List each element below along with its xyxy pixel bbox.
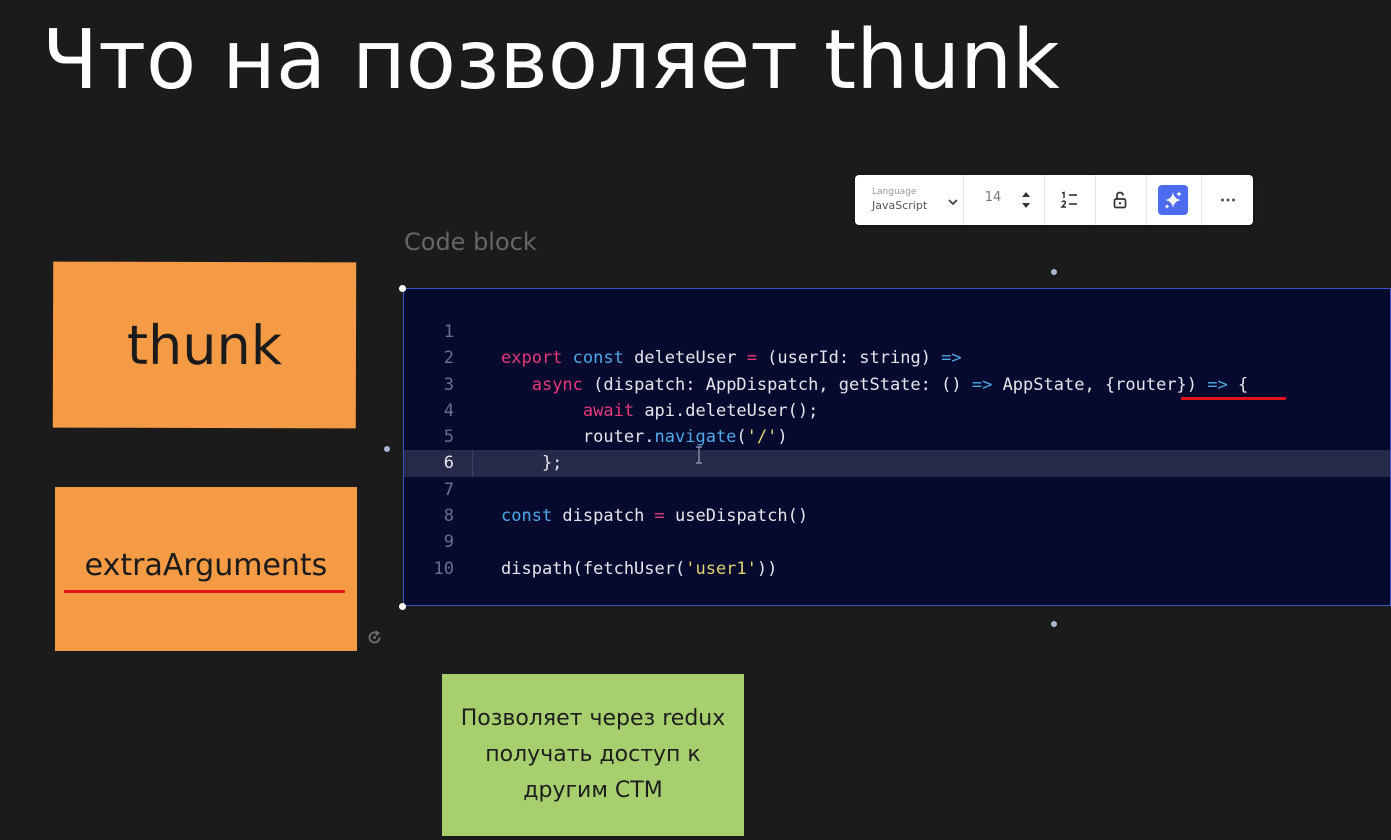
code-token: deleteUser (623, 348, 747, 369)
code-token: dispath(fetchUser( (501, 558, 686, 579)
code-token: = (746, 348, 757, 369)
code-token: => (941, 348, 962, 369)
code-token: const (572, 348, 624, 369)
thunk-note-text: thunk (126, 313, 283, 377)
code-token: { (1227, 374, 1249, 395)
code-token: const (501, 506, 553, 527)
code-line-text: export const deleteUser = (userId: strin… (501, 345, 962, 371)
corner-handle-bottom-left[interactable] (399, 603, 406, 610)
more-icon (1221, 198, 1235, 202)
extra-arguments-note[interactable]: extraArguments (55, 487, 357, 651)
thunk-note[interactable]: thunk (52, 261, 357, 429)
code-token: }; (501, 453, 563, 474)
code-line-text: }; (501, 450, 562, 476)
toolbar-divider (963, 175, 964, 225)
code-line-text: await api.deleteUser(); (501, 398, 818, 424)
line-number: 7 (443, 479, 454, 500)
line-number: 10 (433, 558, 454, 579)
line-number: 1 (443, 322, 454, 342)
code-token: router. (501, 427, 655, 448)
code-line[interactable]: 7 (404, 477, 1390, 503)
code-token: AppState, {router}) (992, 374, 1208, 395)
line-number: 3 (443, 374, 454, 395)
code-lines: 1 2 export const deleteUser = (userId: str… (404, 319, 1390, 582)
code-token: api.deleteUser(); (634, 400, 819, 421)
toolbar-divider (1095, 175, 1096, 225)
resize-handle-left[interactable] (384, 446, 390, 452)
code-token: async (531, 374, 583, 395)
corner-handle-top-left[interactable] (399, 285, 406, 292)
ai-assist-button[interactable] (1158, 185, 1188, 215)
lock-open-icon (1113, 191, 1127, 209)
extra-arguments-note-text: extraArguments (84, 547, 328, 583)
code-line[interactable]: 4 await api.deleteUser(); (404, 398, 1390, 424)
code-token: => (1207, 374, 1228, 395)
code-token: )) (756, 558, 778, 579)
language-caption: Language (872, 187, 917, 197)
code-line[interactable]: 10 dispath(fetchUser('user1')) (404, 556, 1390, 582)
router-annotation-underline (1181, 397, 1286, 400)
code-block-caption: Code block (404, 228, 537, 256)
code-token: '/' (746, 427, 778, 448)
code-token: (dispatch: AppDispatch, getState: () (582, 374, 972, 395)
code-token: = (654, 506, 665, 527)
more-button[interactable] (1213, 185, 1243, 215)
code-line-text: const dispatch = useDispatch() (501, 503, 808, 529)
slide-title: Что на позволяет thunk (42, 13, 1060, 108)
code-line[interactable]: 5 router.navigate('/') (404, 424, 1390, 450)
code-token: ) (777, 427, 788, 448)
font-size-value[interactable]: 14 (975, 190, 1011, 205)
text-cursor-icon (696, 446, 702, 464)
line-numbers-button[interactable] (1054, 185, 1084, 215)
active-line-gutter (472, 450, 473, 477)
code-line[interactable]: 9 (404, 529, 1390, 555)
code-line[interactable]: 2 export const deleteUser = (userId: stri… (404, 345, 1390, 371)
code-line[interactable]: 6 }; (404, 450, 1390, 477)
code-line[interactable]: 1 (404, 319, 1390, 345)
toolbar-divider (1044, 175, 1045, 225)
code-token: useDispatch() (664, 506, 809, 527)
lock-button[interactable] (1105, 185, 1135, 215)
code-block[interactable]: 1 2 export const deleteUser = (userId: str… (403, 288, 1391, 606)
rotate-icon[interactable] (366, 629, 383, 646)
extra-arguments-annotation-underline (64, 590, 345, 593)
line-numbers-icon (1060, 191, 1077, 208)
code-block-toolbar: Language JavaScript 14 (855, 175, 1253, 225)
line-number: 4 (443, 400, 454, 421)
code-line[interactable]: 3 async (dispatch: AppDispatch, getState… (404, 372, 1390, 398)
line-number: 5 (443, 427, 454, 448)
code-line-text: router.navigate('/') (501, 424, 788, 450)
stepper-icon[interactable] (1020, 188, 1032, 212)
line-number: 9 (443, 532, 454, 553)
line-number: 6 (443, 453, 454, 474)
code-token: (userId: string) (756, 348, 942, 369)
resize-handle-top[interactable] (1051, 269, 1057, 275)
chevron-down-icon (948, 199, 958, 206)
code-line-text: async (dispatch: AppDispatch, getState: … (501, 372, 1249, 398)
sparkle-icon (1164, 191, 1182, 209)
explanation-note[interactable]: Позволяет через redux получать доступ к … (442, 674, 744, 836)
language-select[interactable]: Language JavaScript (865, 185, 961, 215)
code-token: ( (736, 427, 747, 448)
line-number: 2 (443, 348, 454, 369)
line-number: 8 (443, 506, 454, 527)
language-value: JavaScript (872, 199, 928, 212)
toolbar-divider (1201, 175, 1202, 225)
code-token: => (971, 374, 993, 395)
code-token: dispatch (552, 506, 655, 527)
code-token: navigate (654, 427, 737, 448)
code-token: await (582, 400, 635, 421)
code-token: export (501, 348, 563, 369)
toolbar-divider (1146, 175, 1147, 225)
code-line[interactable]: 8 const dispatch = useDispatch() (404, 503, 1390, 529)
code-token: 'user1' (685, 558, 757, 579)
explanation-note-text: Позволяет через redux получать доступ к … (460, 706, 726, 803)
code-line-text: dispath(fetchUser('user1')) (501, 556, 777, 582)
resize-handle-bottom[interactable] (1051, 621, 1057, 627)
